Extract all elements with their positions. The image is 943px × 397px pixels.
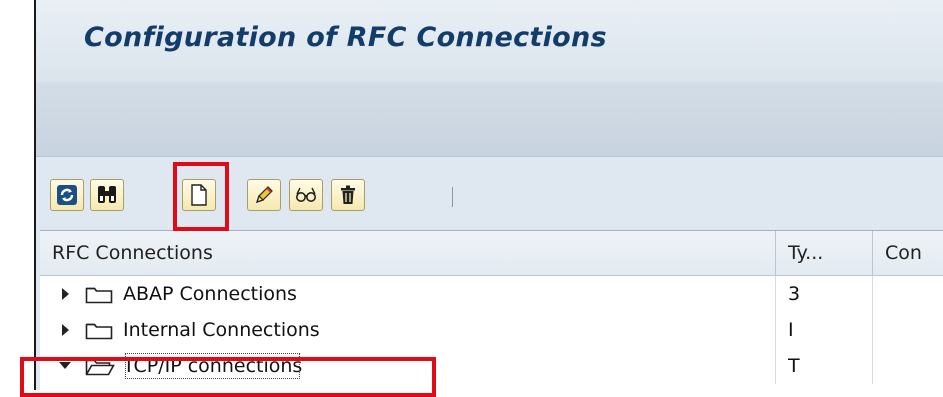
pencil-icon — [256, 186, 273, 203]
column-header-type[interactable]: Ty... — [776, 231, 873, 275]
delete-button[interactable] — [331, 179, 365, 211]
column-header-row: RFC Connections Ty... Con — [40, 231, 943, 276]
tree-row[interactable]: Internal Connections I — [40, 312, 943, 348]
column-header-connection[interactable]: Con — [873, 231, 943, 275]
column-header-rfc-connections[interactable]: RFC Connections — [40, 231, 776, 275]
binoculars-icon — [98, 186, 116, 203]
expand-arrow-icon[interactable] — [62, 288, 69, 300]
tree-row[interactable]: TCP/IP connections T — [40, 348, 943, 384]
tree-node-label: ABAP Connections — [123, 283, 297, 305]
folder-closed-icon — [85, 287, 113, 304]
type-cell: I — [776, 312, 873, 348]
type-cell: 3 — [776, 276, 873, 312]
tree-row[interactable]: ABAP Connections 3 — [40, 276, 943, 312]
glasses-icon — [296, 187, 316, 202]
change-button[interactable] — [247, 179, 281, 211]
refresh-button[interactable] — [50, 179, 84, 211]
page-title: Configuration of RFC Connections — [84, 22, 607, 53]
create-button[interactable] — [182, 179, 216, 211]
toolbar-separator — [452, 187, 453, 207]
tree-node-label: TCP/IP connections — [120, 348, 305, 384]
folder-closed-icon — [85, 323, 113, 340]
display-button[interactable] — [289, 179, 323, 211]
folder-open-icon — [85, 359, 115, 376]
tree-toolbar — [36, 157, 943, 230]
expand-arrow-icon[interactable] — [62, 324, 69, 336]
tree-node-label: Internal Connections — [123, 319, 320, 341]
tree-node-cell: Internal Connections — [40, 312, 776, 348]
sap-window: Configuration of RFC Connections RFC Con… — [34, 0, 943, 390]
application-toolbar — [36, 82, 943, 157]
trash-icon — [341, 185, 355, 204]
refresh-icon — [57, 185, 77, 205]
title-bar: Configuration of RFC Connections — [36, 0, 943, 82]
tree-node-cell: ABAP Connections — [40, 276, 776, 312]
find-button[interactable] — [90, 179, 124, 211]
collapse-arrow-icon[interactable] — [59, 362, 71, 369]
tree-node-cell: TCP/IP connections — [40, 348, 776, 384]
rfc-connections-tree: RFC Connections Ty... Con ABAP Connectio… — [40, 230, 943, 390]
new-document-icon — [191, 184, 207, 206]
type-cell: T — [776, 348, 873, 384]
